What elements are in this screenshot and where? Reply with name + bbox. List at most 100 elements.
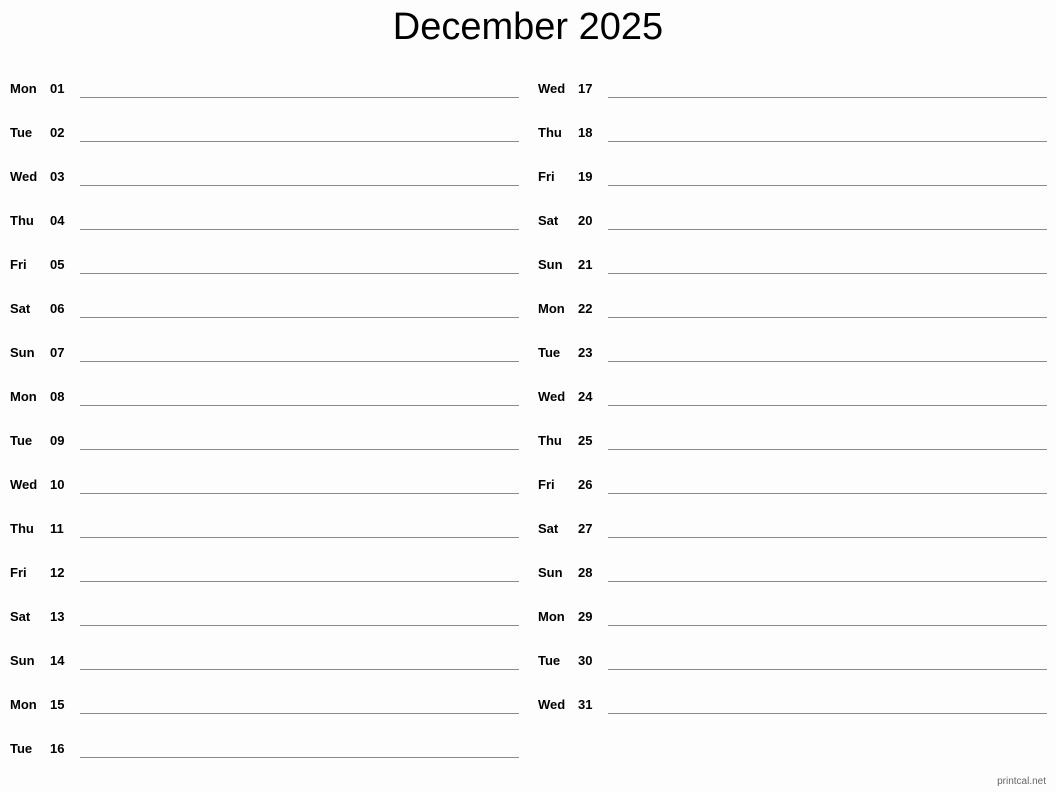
writing-line xyxy=(80,97,519,98)
weekday-label: Sat xyxy=(10,301,31,316)
writing-line xyxy=(80,229,519,230)
day-row: Thu 18 xyxy=(528,125,1056,169)
weekday-label: Mon xyxy=(10,389,37,404)
weekday-label: Sat xyxy=(538,213,559,228)
date-number: 24 xyxy=(578,389,593,404)
writing-line xyxy=(80,757,519,758)
weekday-label: Wed xyxy=(10,477,38,492)
writing-line xyxy=(608,405,1047,406)
writing-line xyxy=(608,141,1047,142)
date-number: 13 xyxy=(50,609,65,624)
date-number: 17 xyxy=(578,81,593,96)
date-number: 07 xyxy=(50,345,65,360)
date-number: 22 xyxy=(578,301,593,316)
day-row: Wed 03 xyxy=(0,169,528,213)
weekday-label: Mon xyxy=(10,81,37,96)
writing-line xyxy=(608,713,1047,714)
day-row: Sat 27 xyxy=(528,521,1056,565)
writing-line xyxy=(608,537,1047,538)
writing-line xyxy=(80,669,519,670)
weekday-label: Wed xyxy=(10,169,38,184)
date-number: 23 xyxy=(578,345,593,360)
writing-line xyxy=(608,185,1047,186)
weekday-label: Mon xyxy=(538,609,565,624)
day-row: Mon 15 xyxy=(0,697,528,741)
writing-line xyxy=(608,361,1047,362)
weekday-label: Tue xyxy=(538,345,561,360)
day-row: Thu 11 xyxy=(0,521,528,565)
date-number: 01 xyxy=(50,81,65,96)
day-row: Tue 09 xyxy=(0,433,528,477)
weekday-label: Mon xyxy=(538,301,565,316)
date-number: 29 xyxy=(578,609,593,624)
day-row: Tue 02 xyxy=(0,125,528,169)
writing-line xyxy=(608,625,1047,626)
date-number: 05 xyxy=(50,257,65,272)
writing-line xyxy=(608,669,1047,670)
writing-line xyxy=(608,493,1047,494)
weekday-label: Wed xyxy=(538,697,566,712)
writing-line xyxy=(608,229,1047,230)
writing-line xyxy=(608,581,1047,582)
date-number: 21 xyxy=(578,257,593,272)
writing-line xyxy=(80,537,519,538)
day-row: Sat 06 xyxy=(0,301,528,345)
date-number: 11 xyxy=(50,521,64,536)
day-row: Wed 10 xyxy=(0,477,528,521)
day-row: Wed 31 xyxy=(528,697,1056,741)
writing-line xyxy=(80,713,519,714)
day-row: Sun 07 xyxy=(0,345,528,389)
day-row: Mon 22 xyxy=(528,301,1056,345)
date-number: 25 xyxy=(578,433,593,448)
writing-line xyxy=(608,317,1047,318)
date-number: 30 xyxy=(578,653,593,668)
writing-line xyxy=(608,449,1047,450)
date-number: 18 xyxy=(578,125,593,140)
date-number: 27 xyxy=(578,521,593,536)
weekday-label: Thu xyxy=(10,213,34,228)
day-row: Thu 04 xyxy=(0,213,528,257)
weekday-label: Tue xyxy=(538,653,561,668)
date-number: 28 xyxy=(578,565,593,580)
day-row: Sun 14 xyxy=(0,653,528,697)
day-row: Fri 26 xyxy=(528,477,1056,521)
date-number: 15 xyxy=(50,697,65,712)
writing-line xyxy=(80,405,519,406)
day-row: Fri 19 xyxy=(528,169,1056,213)
weekday-label: Sun xyxy=(538,565,563,580)
day-row: Thu 25 xyxy=(528,433,1056,477)
writing-line xyxy=(80,493,519,494)
date-number: 26 xyxy=(578,477,593,492)
writing-line xyxy=(80,273,519,274)
day-row: Mon 29 xyxy=(528,609,1056,653)
day-row: Sun 28 xyxy=(528,565,1056,609)
day-row: Wed 24 xyxy=(528,389,1056,433)
writing-line xyxy=(80,449,519,450)
day-row: Mon 08 xyxy=(0,389,528,433)
date-number: 04 xyxy=(50,213,65,228)
day-row: Fri 12 xyxy=(0,565,528,609)
weekday-label: Fri xyxy=(538,169,555,184)
date-number: 14 xyxy=(50,653,65,668)
date-number: 03 xyxy=(50,169,65,184)
date-number: 08 xyxy=(50,389,65,404)
weekday-label: Thu xyxy=(10,521,34,536)
weekday-label: Fri xyxy=(538,477,555,492)
weekday-label: Fri xyxy=(10,565,27,580)
weekday-label: Thu xyxy=(538,125,562,140)
day-row: Tue 23 xyxy=(528,345,1056,389)
page-title: December 2025 xyxy=(392,6,664,48)
day-row: Fri 05 xyxy=(0,257,528,301)
weekday-label: Wed xyxy=(538,389,566,404)
weekday-label: Tue xyxy=(10,433,33,448)
weekday-label: Thu xyxy=(538,433,562,448)
weekday-label: Mon xyxy=(10,697,37,712)
date-number: 31 xyxy=(578,697,593,712)
date-number: 16 xyxy=(50,741,65,756)
day-row: Sat 20 xyxy=(528,213,1056,257)
day-row: Mon 01 xyxy=(0,81,528,125)
date-number: 09 xyxy=(50,433,65,448)
day-row: Tue 30 xyxy=(528,653,1056,697)
date-number: 12 xyxy=(50,565,65,580)
day-row: Tue 16 xyxy=(0,741,528,785)
